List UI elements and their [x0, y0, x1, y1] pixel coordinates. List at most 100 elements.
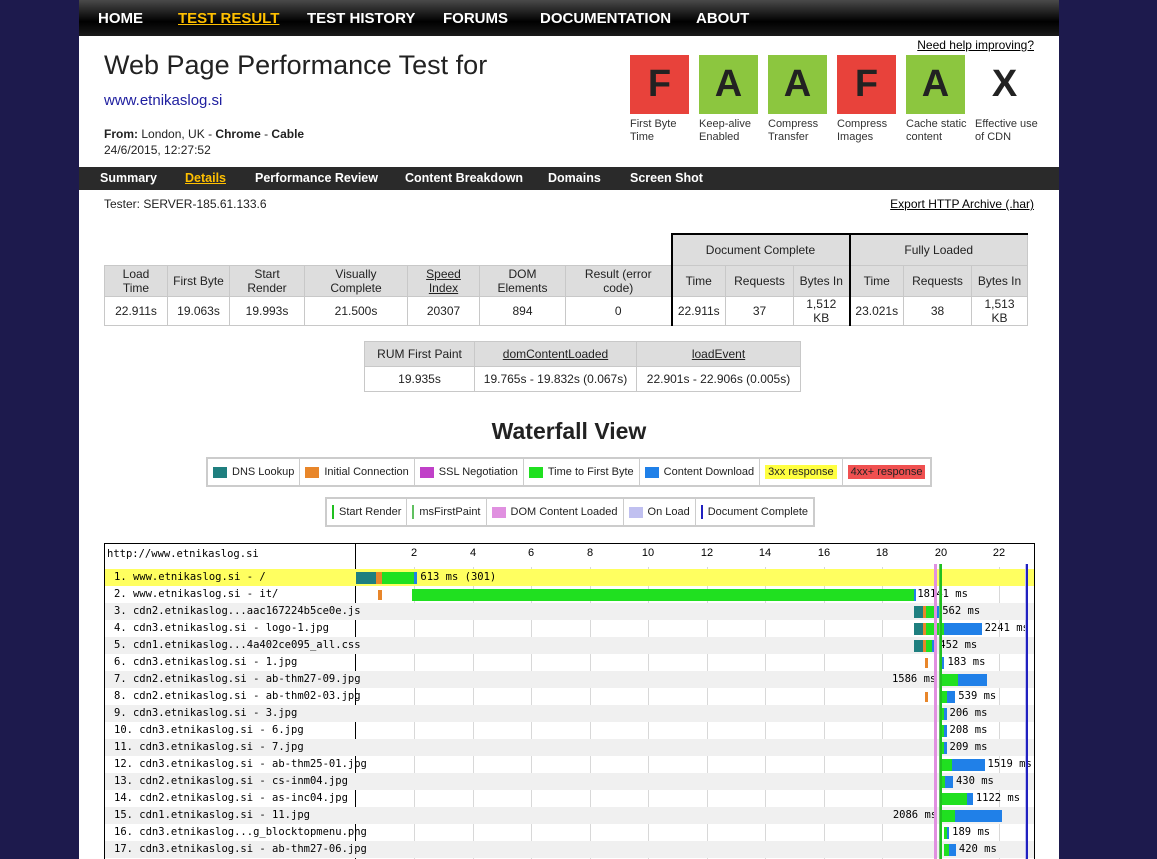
- waterfall-request-time: 18141 ms: [917, 588, 968, 600]
- waterfall-row[interactable]: 3. cdn2.etnikaslog...aac167224b5ce0e.js 5…: [105, 603, 1034, 620]
- dom-content-loaded-line: [933, 564, 937, 859]
- rum-header-row: RUM First Paint domContentLoaded loadEvent: [364, 341, 801, 367]
- nav-home[interactable]: HOME: [98, 10, 143, 27]
- legend-item-dom-content-loaded: DOM Content Loaded: [487, 499, 624, 525]
- document-complete-line: [1025, 564, 1028, 859]
- legend-swatch: [644, 466, 659, 478]
- top-navigation: HOME TEST RESULT TEST HISTORY FORUMS DOCUMEN…: [79, 0, 1059, 36]
- waterfall-bar-conn_only: [925, 658, 928, 668]
- nav-forums[interactable]: FORUMS: [443, 10, 508, 27]
- nav-documentation[interactable]: DOCUMENTATION: [540, 10, 671, 27]
- waterfall-request-url: 14. cdn2.etnikaslog.si - as-inc04.jpg: [114, 792, 348, 804]
- waterfall-request-url: 12. cdn3.etnikaslog.si - ab-thm25-01.jpg: [114, 758, 367, 770]
- help-improving-link[interactable]: Need help improving?: [917, 38, 1034, 52]
- legend-swatch: [213, 466, 227, 478]
- page: HOME TEST RESULT TEST HISTORY FORUMS DOCUMEN…: [79, 0, 1059, 859]
- waterfall-bar-dl: [946, 691, 956, 703]
- grade-compress-transfer[interactable]: A: [768, 55, 827, 114]
- waterfall-axis-tick: 22: [992, 547, 1006, 559]
- waterfall-row[interactable]: 10. cdn3.etnikaslog.si - 6.jpg 208 ms: [105, 722, 1034, 739]
- results-value: 19.993s: [229, 296, 305, 326]
- waterfall-request-url: 13. cdn2.etnikaslog.si - cs-inm04.jpg: [114, 775, 348, 787]
- waterfall-row[interactable]: 6. cdn3.etnikaslog.si - 1.jpg 183 ms: [105, 654, 1034, 671]
- waterfall-bar-dl: [947, 827, 950, 839]
- waterfall-row[interactable]: 4. cdn3.etnikaslog.si - logo-1.jpg 2241 m…: [105, 620, 1034, 637]
- waterfall-request-time: 208 ms: [949, 724, 988, 736]
- legend-label: DNS Lookup: [232, 466, 295, 478]
- waterfall-row[interactable]: 5. cdn1.etnikaslog...4a402ce095_all.css 4…: [105, 637, 1034, 654]
- grade-compress-images[interactable]: F: [837, 55, 896, 114]
- results-subnavigation: Summary Details Performance Review Content …: [79, 167, 1059, 190]
- results-header-visually-complete: Visually Complete: [304, 265, 408, 297]
- waterfall-row[interactable]: 12. cdn3.etnikaslog.si - ab-thm25-01.jpg…: [105, 756, 1034, 773]
- from-label: From:: [104, 127, 138, 141]
- legend-item-initial-connection: Initial Connection: [300, 459, 415, 485]
- rum-header-rum-first-paint: RUM First Paint: [364, 341, 475, 367]
- waterfall-row[interactable]: 1. www.etnikaslog.si - / 613 ms (301): [105, 569, 1034, 586]
- page-title: Web Page Performance Test for: [104, 50, 488, 80]
- waterfall-request-url: 15. cdn1.etnikaslog.si - 11.jpg: [114, 809, 310, 821]
- waterfall-row[interactable]: 11. cdn3.etnikaslog.si - 7.jpg 209 ms: [105, 739, 1034, 756]
- nav-test-history[interactable]: TEST HISTORY: [307, 10, 415, 27]
- waterfall-page-url: http://www.etnikaslog.si: [107, 548, 259, 560]
- waterfall-request-time: 539 ms: [958, 690, 997, 702]
- results-value: 21.500s: [304, 296, 408, 326]
- tab-domains[interactable]: Domains: [548, 171, 601, 185]
- rum-table: RUM First Paint domContentLoaded loadEvent…: [364, 341, 801, 392]
- waterfall-request-time: 1586 ms: [891, 673, 937, 685]
- waterfall-row[interactable]: 13. cdn2.etnikaslog.si - cs-inm04.jpg 430…: [105, 773, 1034, 790]
- results-value: 1,512 KB: [793, 296, 850, 326]
- waterfall-bar-dl: [943, 725, 947, 737]
- legend-item-content-download: Content Download: [640, 459, 761, 485]
- grade-effective-use-of-cdn[interactable]: X: [975, 55, 1034, 114]
- waterfall-row[interactable]: 7. cdn2.etnikaslog.si - ab-thm27-09.jpg 1…: [105, 671, 1034, 688]
- tab-details[interactable]: Details: [185, 171, 226, 185]
- waterfall-request-time: 613 ms (301): [420, 571, 497, 583]
- tested-url[interactable]: www.etnikaslog.si: [104, 92, 222, 109]
- legend-item-dns-lookup: DNS Lookup: [208, 459, 301, 485]
- tab-performance-review[interactable]: Performance Review: [255, 171, 378, 185]
- waterfall-row[interactable]: 8. cdn2.etnikaslog.si - ab-thm02-03.jpg 5…: [105, 688, 1034, 705]
- waterfall-row[interactable]: 15. cdn1.etnikaslog.si - 11.jpg 2086 ms: [105, 807, 1034, 824]
- rum-header-domcontentloaded[interactable]: domContentLoaded: [474, 341, 637, 367]
- rum-header-loadevent[interactable]: loadEvent: [636, 341, 801, 367]
- tester-info: Tester: SERVER-185.61.133.6: [104, 197, 267, 211]
- waterfall-row[interactable]: 14. cdn2.etnikaslog.si - as-inc04.jpg 112…: [105, 790, 1034, 807]
- waterfall-axis-tick: 18: [875, 547, 889, 559]
- waterfall-axis-tick: 8: [586, 547, 594, 559]
- nav-test-result[interactable]: TEST RESULT: [178, 10, 279, 27]
- waterfall-row[interactable]: 9. cdn3.etnikaslog.si - 3.jpg 206 ms: [105, 705, 1034, 722]
- tab-content-breakdown[interactable]: Content Breakdown: [405, 171, 523, 185]
- waterfall-row[interactable]: 2. www.etnikaslog.si - it/18141 ms: [105, 586, 1034, 603]
- waterfall-request-time: 452 ms: [939, 639, 978, 651]
- results-header-dom-elements: DOM Elements: [479, 265, 566, 297]
- waterfall-request-url: 6. cdn3.etnikaslog.si - 1.jpg: [114, 656, 298, 668]
- waterfall-request-url: 10. cdn3.etnikaslog.si - 6.jpg: [114, 724, 304, 736]
- results-value: 1,513 KB: [971, 296, 1028, 326]
- waterfall-row[interactable]: 16. cdn3.etnikaslog...g_blocktopmenu.png…: [105, 824, 1034, 841]
- legend-swatch: [419, 466, 434, 478]
- grade-cache-static-content[interactable]: A: [906, 55, 965, 114]
- waterfall-bar-dl: [949, 844, 956, 856]
- waterfall-axis-tick: 14: [758, 547, 772, 559]
- waterfall-request-time: 2086 ms: [892, 809, 938, 821]
- waterfall-request-url: 17. cdn3.etnikaslog.si - ab-thm27-06.jpg: [114, 843, 367, 855]
- tab-summary[interactable]: Summary: [100, 171, 157, 185]
- waterfall-request-url: 7. cdn2.etnikaslog.si - ab-thm27-09.jpg: [114, 673, 361, 685]
- export-har-link[interactable]: Export HTTP Archive (.har): [890, 197, 1034, 211]
- results-value: 20307: [407, 296, 480, 326]
- group-fully-loaded: Fully Loaded: [848, 233, 1028, 266]
- grade-first-byte-time[interactable]: F: [630, 55, 689, 114]
- waterfall-bar-dl: [945, 776, 953, 788]
- grade-keep-alive-enabled[interactable]: A: [699, 55, 758, 114]
- results-header-requests: Requests: [903, 265, 972, 297]
- results-header-speed-index[interactable]: Speed Index: [407, 265, 480, 297]
- results-header-bytes-in: Bytes In: [971, 265, 1028, 297]
- tab-screen-shot[interactable]: Screen Shot: [630, 171, 703, 185]
- waterfall-row[interactable]: 17. cdn3.etnikaslog.si - ab-thm27-06.jpg…: [105, 841, 1034, 858]
- nav-about[interactable]: ABOUT: [696, 10, 749, 27]
- waterfall-request-time: 206 ms: [949, 707, 988, 719]
- results-header-time: Time: [670, 265, 726, 297]
- grade-label: Compress Transfer: [768, 118, 819, 143]
- legend-label: Content Download: [663, 466, 755, 478]
